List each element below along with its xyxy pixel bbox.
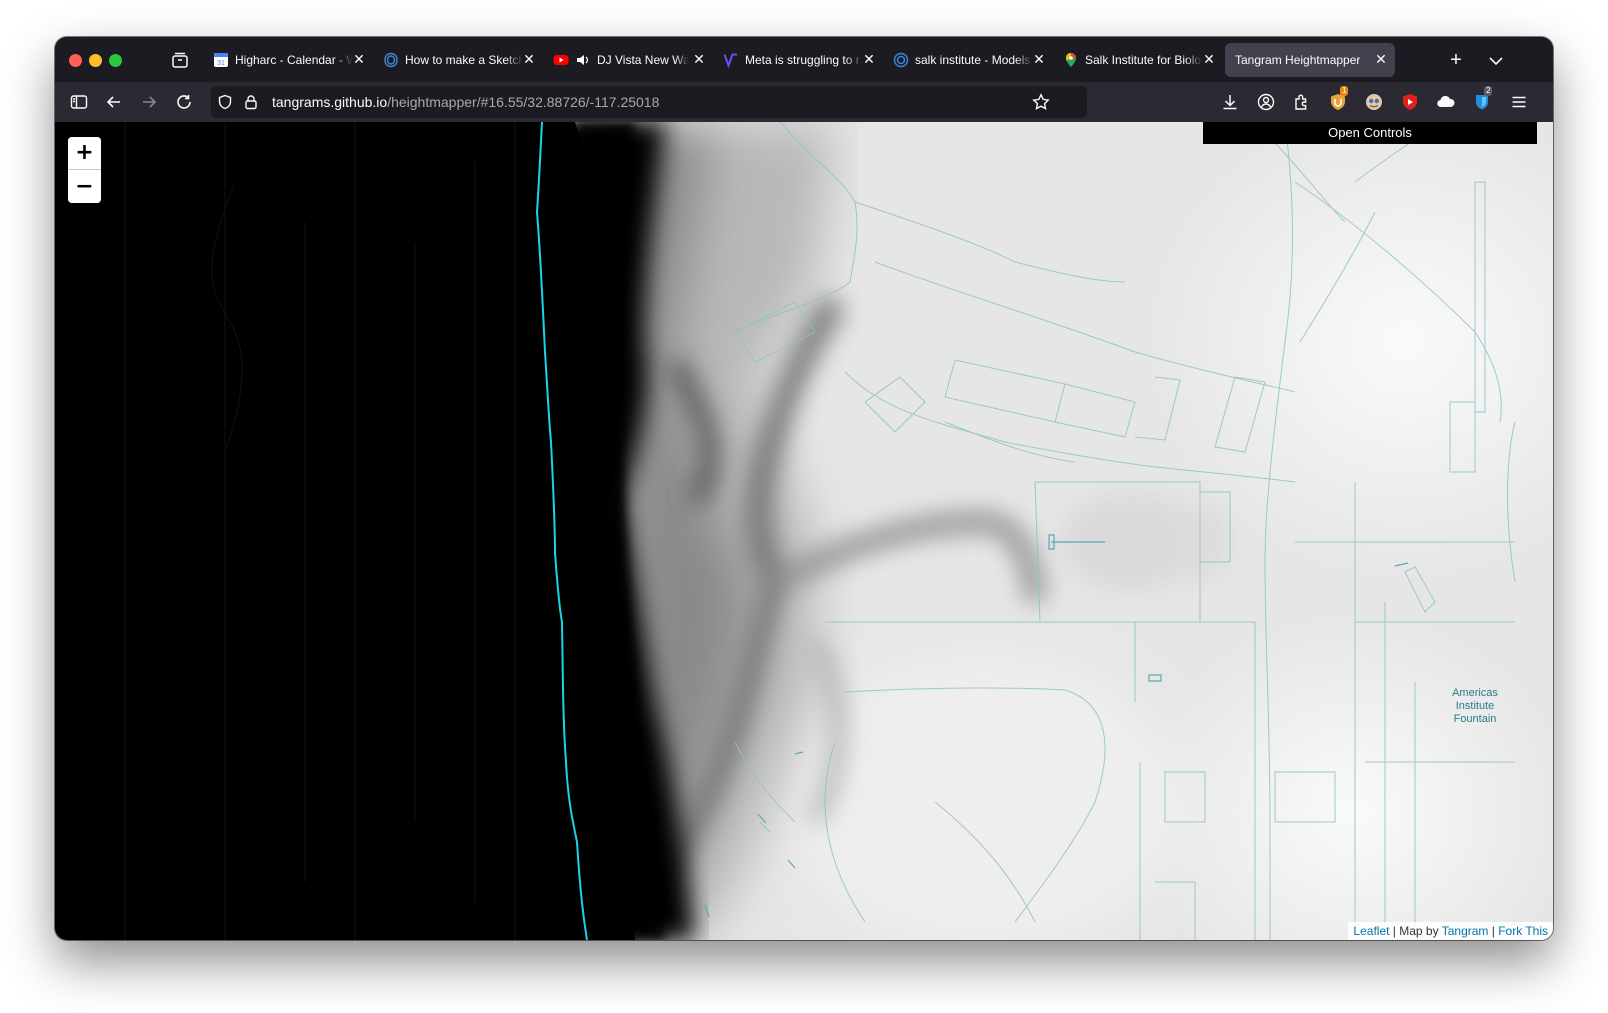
extensions-icon[interactable] [1290, 90, 1314, 114]
tab-overview-icon[interactable] [170, 50, 190, 70]
back-icon[interactable] [102, 90, 126, 114]
account-icon[interactable] [1254, 90, 1278, 114]
tab-title: salk institute - Models [915, 53, 1031, 67]
open-controls-button[interactable]: Open Controls [1203, 122, 1537, 144]
tab-title: Meta is struggling to r [745, 53, 860, 67]
tab-title: Tangram Heightmapper [1235, 53, 1361, 67]
sketch-logo-icon [383, 52, 399, 68]
tab-title: How to make a Sketch [405, 53, 523, 67]
cloud-extension-icon[interactable] [1434, 90, 1458, 114]
heightmap-render [55, 122, 1553, 940]
close-tab-icon[interactable]: ✕ [351, 51, 367, 67]
download-icon[interactable] [1218, 90, 1242, 114]
youtube-extension-icon[interactable] [1398, 90, 1422, 114]
sidebar-icon[interactable] [67, 90, 91, 114]
minimize-window-button[interactable] [89, 54, 102, 67]
url-path: /heightmapper/#16.55/32.88726/-117.25018 [387, 94, 660, 110]
tab-title: Salk Institute for Biolo [1085, 53, 1202, 67]
tangram-link[interactable]: Tangram [1442, 924, 1489, 938]
menu-icon[interactable] [1507, 90, 1531, 114]
shield-icon[interactable] [213, 90, 237, 114]
maximize-window-button[interactable] [109, 54, 122, 67]
ublock-badge: 1 [1340, 86, 1349, 96]
tab-youtube[interactable]: DJ Vista New Wav ✕ [543, 43, 713, 77]
lock-icon[interactable] [239, 90, 263, 114]
close-window-button[interactable] [69, 54, 82, 67]
url-bar[interactable]: tangrams.github.io/heightmapper/#16.55/3… [211, 86, 1087, 118]
map-attribution: Leaflet | Map by Tangram | Fork This [1348, 922, 1553, 940]
close-tab-icon[interactable]: ✕ [1031, 51, 1047, 67]
zoom-control: + − [68, 137, 101, 203]
heightmap-map[interactable]: + − Open Controls Americas Institute Fou… [55, 122, 1553, 940]
poi-label[interactable]: Americas Institute Fountain [1440, 687, 1510, 726]
close-tab-icon[interactable]: ✕ [521, 51, 537, 67]
google-calendar-icon: 31 [213, 52, 229, 68]
tab-sketch[interactable]: How to make a Sketch ✕ [373, 43, 543, 77]
tab-calendar[interactable]: 31 Higharc - Calendar - W ✕ [203, 43, 373, 77]
tab-verge[interactable]: Meta is struggling to r ✕ [713, 43, 883, 77]
url-text[interactable]: tangrams.github.io/heightmapper/#16.55/3… [272, 94, 659, 110]
reload-icon[interactable] [172, 90, 196, 114]
tab-strip: 31 Higharc - Calendar - W ✕ How to make … [55, 37, 1553, 82]
forward-icon[interactable] [137, 90, 161, 114]
zoom-out-button[interactable]: − [68, 170, 101, 203]
youtube-icon [553, 52, 569, 68]
close-tab-icon[interactable]: ✕ [691, 51, 707, 67]
google-maps-pin-icon [1063, 52, 1079, 68]
tab-maps[interactable]: Salk Institute for Biolo ✕ [1053, 43, 1223, 77]
ublock-icon[interactable]: 1 [1326, 86, 1350, 114]
leaflet-link[interactable]: Leaflet [1353, 924, 1389, 938]
attribution-separator: | [1488, 924, 1499, 938]
url-host: tangrams.github.io [272, 94, 388, 110]
bookmark-star-icon[interactable] [1029, 90, 1053, 114]
speaker-icon[interactable] [575, 52, 591, 68]
zoom-in-button[interactable]: + [68, 137, 101, 170]
verge-logo-icon [723, 52, 739, 68]
svg-text:31: 31 [217, 60, 225, 67]
close-tab-icon[interactable]: ✕ [1373, 51, 1389, 67]
bitwarden-icon[interactable]: 2 [1470, 86, 1494, 114]
tab-title: DJ Vista New Wav [597, 53, 689, 67]
tab-title: Higharc - Calendar - W [235, 53, 353, 67]
bitwarden-badge: 2 [1484, 86, 1493, 96]
ghostery-icon[interactable] [1362, 90, 1386, 114]
navigation-toolbar: tangrams.github.io/heightmapper/#16.55/3… [55, 82, 1553, 122]
browser-window: 31 Higharc - Calendar - W ✕ How to make … [55, 37, 1553, 940]
new-tab-button[interactable]: + [1445, 49, 1467, 71]
tab-heightmapper[interactable]: Tangram Heightmapper ✕ [1225, 43, 1395, 77]
tab-models[interactable]: salk institute - Models ✕ [883, 43, 1053, 77]
fork-this-link[interactable]: Fork This [1498, 924, 1548, 938]
spiral-logo-icon [893, 52, 909, 68]
attribution-separator: | Map by [1389, 924, 1442, 938]
close-tab-icon[interactable]: ✕ [1201, 51, 1217, 67]
close-tab-icon[interactable]: ✕ [861, 51, 877, 67]
list-all-tabs-chevron-down-icon[interactable] [1485, 50, 1507, 72]
